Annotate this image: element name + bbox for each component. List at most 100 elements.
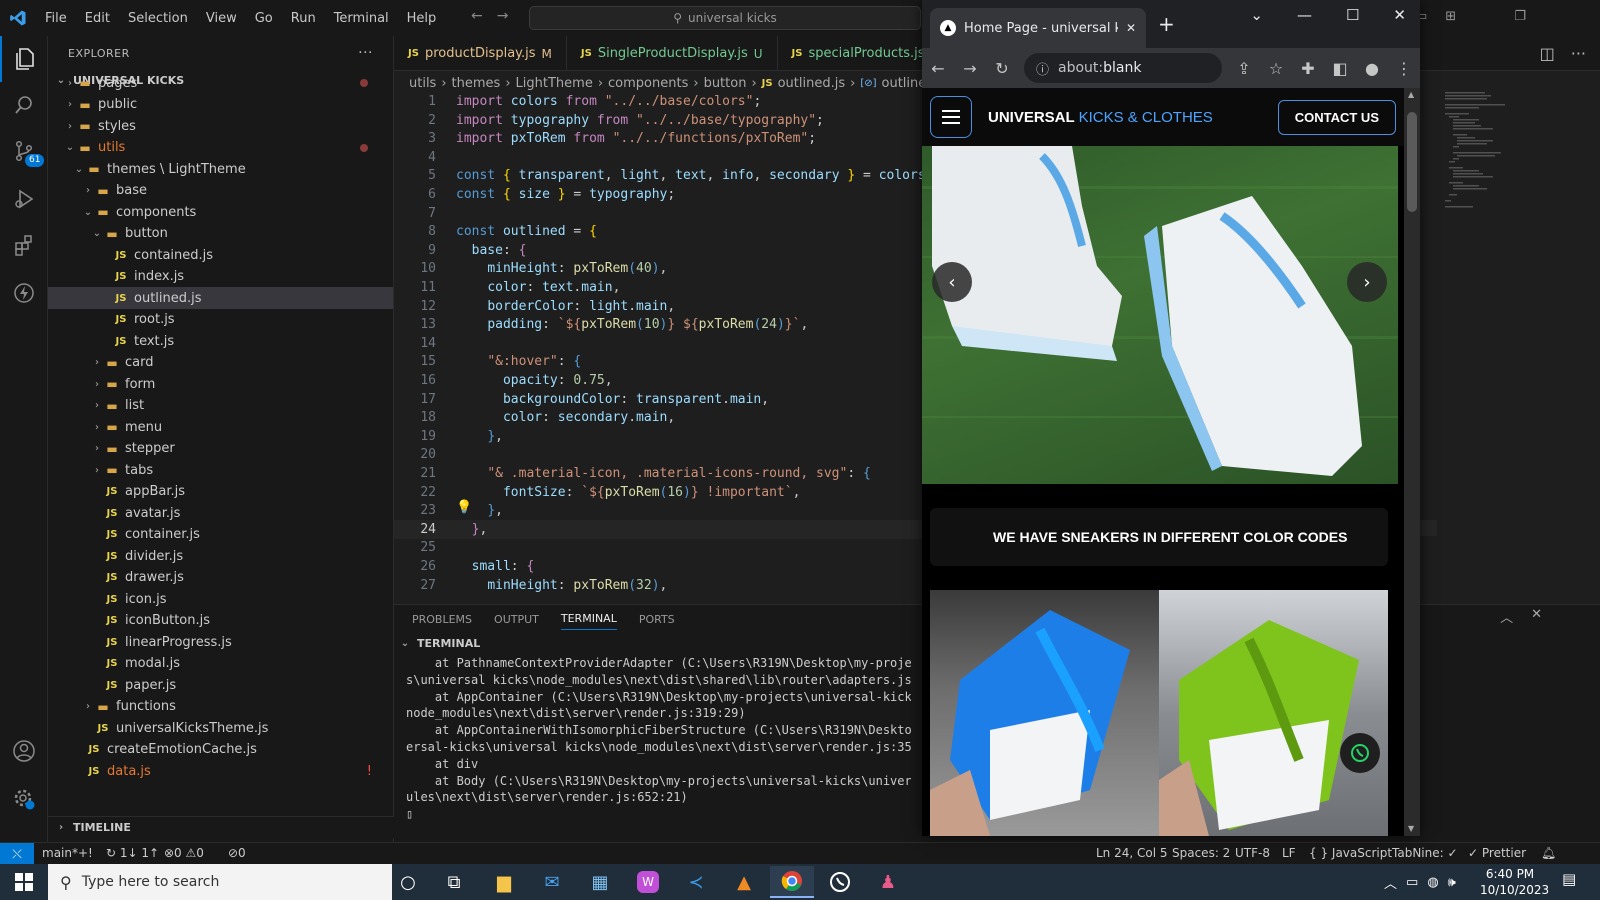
prettier-status[interactable]: ✓ Prettier bbox=[1468, 846, 1526, 860]
file-item[interactable]: JS universalKicksTheme.js bbox=[48, 717, 393, 739]
customize-layout-icon[interactable]: ⊞ bbox=[1445, 9, 1456, 24]
side-panel-icon[interactable]: ◧ bbox=[1324, 59, 1356, 78]
maximize-panel-icon[interactable]: ︿ bbox=[1500, 607, 1513, 626]
menu-item-edit[interactable]: Edit bbox=[76, 11, 119, 26]
folder-item[interactable]: › ▬ tabs bbox=[48, 459, 393, 481]
search-icon[interactable] bbox=[0, 82, 48, 128]
menu-item-file[interactable]: File bbox=[36, 11, 76, 26]
folder-item[interactable]: › ▬ pages bbox=[48, 72, 393, 94]
breadcrumb-item[interactable]: LightTheme bbox=[516, 76, 593, 91]
vlc-icon[interactable]: ▲ bbox=[722, 866, 766, 898]
close-panel-icon[interactable]: ✕ bbox=[1531, 607, 1542, 626]
file-item[interactable]: JS appBar.js bbox=[48, 481, 393, 503]
scroll-down-icon[interactable]: ▼ bbox=[1408, 824, 1414, 833]
breadcrumb-item[interactable]: components bbox=[608, 76, 688, 91]
timeline-section[interactable]: › TIMELINE bbox=[48, 816, 394, 838]
file-item[interactable]: JS createEmotionCache.js bbox=[48, 739, 393, 761]
file-item[interactable]: JS linearProgress.js bbox=[48, 631, 393, 653]
explorer-icon[interactable] bbox=[0, 36, 48, 82]
extensions-puzzle-icon[interactable]: ✚ bbox=[1292, 59, 1324, 78]
panel-tab-ports[interactable]: PORTS bbox=[639, 613, 675, 626]
file-item[interactable]: JS index.js bbox=[48, 266, 393, 288]
git-branch[interactable]: main*+! bbox=[42, 846, 93, 860]
web-page-viewport[interactable]: UNIVERSAL KICKS & CLOTHES CONTACT US ‹ ›… bbox=[922, 88, 1420, 836]
taskbar-clock[interactable]: 6:40 PM 10/10/2023 bbox=[1480, 866, 1549, 898]
bookmark-star-icon[interactable]: ☆ bbox=[1260, 59, 1292, 78]
carousel-next-icon[interactable]: › bbox=[1347, 262, 1387, 302]
notifications-bell-icon[interactable]: 🔔︎ bbox=[1541, 846, 1556, 860]
breadcrumb-item[interactable]: utils bbox=[409, 76, 436, 91]
editor-tab[interactable]: JS SingleProductDisplay.js U bbox=[567, 36, 778, 71]
profile-icon[interactable]: ● bbox=[1356, 59, 1388, 78]
folder-item[interactable]: ⌄ ▬ components bbox=[48, 201, 393, 223]
editor-tab[interactable]: JS productDisplay.js M bbox=[394, 36, 567, 71]
folder-item[interactable]: › ▬ styles bbox=[48, 115, 393, 137]
file-item[interactable]: JS contained.js bbox=[48, 244, 393, 266]
chrome-menu-icon[interactable]: ⋮ bbox=[1388, 59, 1420, 78]
cortana-icon[interactable]: ○ bbox=[386, 866, 430, 898]
scroll-up-icon[interactable]: ▲ bbox=[1408, 90, 1414, 99]
terminal-output[interactable]: at PathnameContextProviderAdapter (C:\Us… bbox=[406, 655, 911, 806]
settings-gear-icon[interactable] bbox=[0, 776, 48, 822]
git-sync[interactable]: ↻ 1↓ 1↑ bbox=[106, 846, 159, 860]
menu-item-run[interactable]: Run bbox=[282, 11, 325, 26]
folder-item[interactable]: › ▬ functions bbox=[48, 696, 393, 718]
wps-office-icon[interactable]: W bbox=[626, 866, 670, 898]
file-item[interactable]: JS modal.js bbox=[48, 653, 393, 675]
split-editor-icon[interactable]: ◫ bbox=[1540, 44, 1555, 63]
file-item[interactable]: JS text.js bbox=[48, 330, 393, 352]
app-icon[interactable]: ♟ bbox=[866, 866, 910, 898]
file-item[interactable]: JS root.js bbox=[48, 309, 393, 331]
tabnine-status[interactable]: TabNine: ✓ bbox=[1392, 846, 1458, 860]
volume-icon[interactable]: 🕪︎ bbox=[1448, 875, 1456, 890]
share-icon[interactable]: ⇪ bbox=[1228, 59, 1260, 78]
menu-item-selection[interactable]: Selection bbox=[119, 11, 197, 26]
back-arrow-icon[interactable]: ← bbox=[471, 8, 483, 24]
contact-us-button[interactable]: CONTACT US bbox=[1277, 99, 1396, 135]
vscode-icon[interactable]: ≺ bbox=[674, 866, 718, 898]
forward-arrow-icon[interactable]: → bbox=[497, 8, 509, 24]
folder-item[interactable]: › ▬ list bbox=[48, 395, 393, 417]
source-control-icon[interactable]: 61 bbox=[0, 128, 48, 174]
address-bar[interactable]: ⓘ about:blank bbox=[1024, 53, 1222, 83]
battery-icon[interactable]: ▭ bbox=[1406, 875, 1418, 890]
panel-tab-terminal[interactable]: TERMINAL bbox=[560, 612, 617, 630]
command-center-search[interactable]: ⚲ universal kicks bbox=[529, 6, 921, 30]
store-icon[interactable]: ▦ bbox=[578, 866, 622, 898]
forward-icon[interactable]: → bbox=[954, 59, 986, 78]
menu-item-terminal[interactable]: Terminal bbox=[325, 11, 398, 26]
folder-item[interactable]: › ▬ stepper bbox=[48, 438, 393, 460]
restore-window-icon[interactable]: ❐ bbox=[1514, 9, 1526, 24]
extensions-icon[interactable] bbox=[0, 222, 48, 268]
site-brand[interactable]: UNIVERSAL KICKS & CLOTHES bbox=[988, 109, 1213, 126]
folder-item[interactable]: › ▬ card bbox=[48, 352, 393, 374]
whatsapp-icon[interactable] bbox=[818, 866, 862, 898]
back-icon[interactable]: ← bbox=[922, 59, 954, 78]
panel-tab-problems[interactable]: PROBLEMS bbox=[412, 613, 472, 626]
folder-item[interactable]: › ▬ menu bbox=[48, 416, 393, 438]
file-explorer-icon[interactable]: ▆ bbox=[482, 866, 526, 898]
breadcrumb-item[interactable]: button bbox=[704, 76, 747, 91]
breadcrumb-item[interactable]: themes bbox=[452, 76, 501, 91]
folder-item[interactable]: › ▬ base bbox=[48, 180, 393, 202]
chrome-icon[interactable] bbox=[770, 866, 814, 898]
network-icon[interactable]: ◍ bbox=[1427, 875, 1438, 890]
file-item[interactable]: JS divider.js bbox=[48, 545, 393, 567]
file-item[interactable]: JS iconButton.js bbox=[48, 610, 393, 632]
folder-item[interactable]: ⌄ ▬ themes \ LightTheme bbox=[48, 158, 393, 180]
close-window-icon[interactable]: ✕ bbox=[1393, 6, 1406, 24]
new-tab-icon[interactable]: + bbox=[1158, 12, 1175, 36]
problems-count[interactable]: ⊗0 ⚠0 bbox=[164, 846, 204, 860]
lightbulb-icon[interactable]: 💡 bbox=[456, 500, 472, 515]
reload-icon[interactable]: ↻ bbox=[986, 59, 1018, 78]
code-editor[interactable]: 1 import colors from "../../base/colors";… bbox=[394, 92, 924, 604]
line-ending[interactable]: LF bbox=[1282, 846, 1296, 860]
mail-icon[interactable]: ✉ bbox=[530, 866, 574, 898]
folder-item[interactable]: ⌄ ▬ utils bbox=[48, 137, 393, 159]
whatsapp-chat-icon[interactable] bbox=[1340, 733, 1380, 773]
file-item[interactable]: JS outlined.js bbox=[48, 287, 393, 309]
run-debug-icon[interactable] bbox=[0, 176, 48, 222]
tab-search-chevron-icon[interactable]: ⌄ bbox=[1250, 6, 1263, 24]
folder-item[interactable]: ⌄ ▬ button bbox=[48, 223, 393, 245]
file-item[interactable]: JS icon.js bbox=[48, 588, 393, 610]
